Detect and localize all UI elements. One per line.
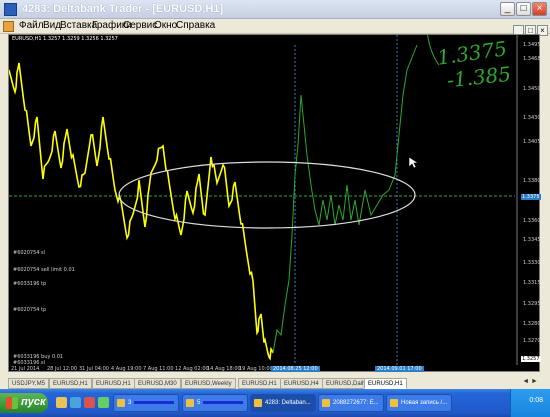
menu-file[interactable]: Файл [19, 20, 44, 31]
chart-tab[interactable]: EURUSD,Weekly [181, 378, 236, 389]
chart-tab-active[interactable]: EURUSD,H1 [364, 378, 407, 389]
menu-bar: Файл Вид Вставка Графики Сервис Окно Спр… [0, 19, 550, 36]
title-bar[interactable]: 4283: Deltabank Trader - [EURUSD,H1] _ □… [0, 0, 550, 19]
ellipse-object[interactable] [118, 161, 416, 229]
time-highlight: 2014.09.01 17:00 [375, 366, 424, 372]
chart-window-icon [3, 21, 14, 32]
start-label: пуск [21, 396, 46, 408]
menu-window[interactable]: Окно [154, 20, 177, 31]
minimize-button[interactable]: _ [500, 2, 515, 16]
taskbar-task[interactable]: Новая запись /... [386, 394, 452, 412]
order-label: #6033196 tp [13, 281, 47, 287]
price-tick: 1.3380 [523, 178, 541, 184]
price-tick: 1.3280 [523, 321, 541, 327]
chart-tab[interactable]: EURUSD,H1 [92, 378, 135, 389]
menu-tools[interactable]: Сервис [123, 20, 157, 31]
close-button[interactable]: × [532, 2, 547, 16]
chart-info: EURUSD,H1 1.3257 1.3259 1.3256 1.3257 [12, 36, 118, 42]
clock[interactable]: 0:08 [529, 397, 543, 404]
taskbar: пуск 3 5 4283: Deltaban... 2088272677: E… [0, 389, 550, 417]
menu-view[interactable]: Вид [43, 20, 61, 31]
task-icon [254, 399, 262, 407]
menu-help[interactable]: Справка [176, 20, 215, 31]
time-tick: 4 Aug 19:00 [111, 366, 142, 372]
time-tick: 12 Aug 02:00 [175, 366, 209, 372]
task-icon [390, 399, 398, 407]
app-icon [4, 3, 17, 16]
time-tick: 19 Aug 10:00 [239, 366, 273, 372]
time-highlight: 2014.08.25 12:00 [271, 366, 320, 372]
tab-scroll-arrows[interactable]: ◄ ► [522, 378, 538, 385]
window-title: 4283: Deltabank Trader - [EURUSD,H1] [22, 3, 224, 15]
chart-tab[interactable]: EURUSD,H1 [238, 378, 281, 389]
price-tick: 1.3270 [523, 338, 541, 344]
quicklaunch-app-icon[interactable] [98, 397, 109, 408]
time-tick: 28 Jul 12:00 [47, 366, 77, 372]
price-tick: 1.3315 [523, 280, 541, 286]
taskbar-task[interactable]: 2088272677: E... [318, 394, 384, 412]
quicklaunch-app-icon[interactable] [84, 397, 95, 408]
time-tick: 31 Jul 04:00 [79, 366, 109, 372]
chart-tabs: USDJPY,M5 EURUSD,H1 EURUSD,H1 EURUSD,M30… [8, 378, 540, 389]
chart-tab[interactable]: EURUSD,H1 [49, 378, 92, 389]
redacted-text [134, 400, 175, 404]
price-tick: 1.3295 [523, 301, 541, 307]
chart-tab[interactable]: EURUSD,M30 [134, 378, 181, 389]
mouse-cursor-icon [408, 156, 419, 169]
taskbar-task-active[interactable]: 4283: Deltaban... [250, 394, 316, 412]
price-line [9, 62, 274, 361]
taskbar-task[interactable]: 3 [113, 394, 179, 412]
task-label: 2088272677: E... [333, 400, 379, 406]
chart-area[interactable]: EURUSD,H1 1.3257 1.3259 1.3256 1.3257 1.… [8, 34, 541, 372]
chart-tab[interactable]: USDJPY,M5 [8, 378, 49, 389]
price-tick: 1.3450 [523, 86, 541, 92]
price-tick: 1.3405 [523, 139, 541, 145]
start-button[interactable]: пуск [0, 393, 48, 413]
app-window: 4283: Deltabank Trader - [EURUSD,H1] _ □… [0, 0, 550, 417]
price-tick: 1.3330 [523, 260, 541, 266]
current-price-label: 1.3257 [521, 356, 541, 362]
task-icon [322, 399, 330, 407]
price-tick: 1.3430 [523, 115, 541, 121]
order-label: #6020754 sell limit 0.01 [13, 267, 75, 273]
task-label: 5 [197, 400, 201, 406]
task-label: 3 [128, 400, 132, 406]
system-tray: 0:08 [510, 389, 550, 417]
task-icon [186, 399, 194, 407]
task-label: 4283: Deltaban... [265, 400, 311, 406]
highlighted-price-label: 1.3375 [521, 194, 541, 200]
redacted-text [203, 400, 244, 404]
price-tick: 1.3468 [523, 56, 541, 62]
chart-tab[interactable]: EURUSD,H4 [280, 378, 323, 389]
order-label: #6020754 sl [13, 250, 46, 256]
task-icon [117, 399, 125, 407]
price-tick: 1.3495 [523, 42, 541, 48]
quicklaunch-folder-icon[interactable] [56, 397, 67, 408]
price-tick: 1.3345 [523, 237, 541, 243]
maximize-button[interactable]: □ [516, 2, 531, 16]
time-tick: 14 Aug 18:00 [207, 366, 241, 372]
time-tick: 21 Jul 2014 [11, 366, 40, 372]
order-label: #6020754 tp [13, 307, 47, 313]
quicklaunch-browser-icon[interactable] [70, 397, 81, 408]
task-label: Новая запись /... [401, 400, 448, 406]
time-tick: 7 Aug 11:00 [143, 366, 174, 372]
taskbar-task[interactable]: 5 [182, 394, 248, 412]
price-tick: 1.3360 [523, 218, 541, 224]
windows-logo-icon [6, 397, 18, 409]
